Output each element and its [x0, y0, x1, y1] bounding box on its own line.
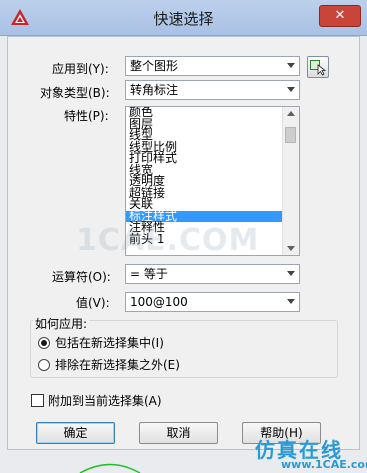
operator-select[interactable]: = 等于 — [125, 264, 300, 284]
site-watermark: www.1CAE.com — [281, 458, 367, 471]
title-bar[interactable]: 快速选择 ✕ — [0, 0, 367, 36]
apply-to-label: 应用到(Y): — [52, 62, 109, 76]
scroll-down-icon[interactable] — [287, 246, 295, 251]
chevron-down-icon — [287, 271, 295, 276]
radio-selected-icon[interactable] — [38, 337, 50, 349]
chevron-down-icon — [287, 299, 295, 304]
close-button[interactable]: ✕ — [319, 5, 361, 27]
scroll-up-icon[interactable] — [287, 111, 295, 116]
cancel-button[interactable]: 取消 — [139, 422, 218, 444]
chevron-down-icon — [287, 63, 295, 68]
append-checkbox[interactable] — [31, 394, 44, 407]
value-select[interactable]: 100@100 — [125, 292, 300, 312]
value-value: 100@100 — [130, 295, 188, 309]
select-objects-button[interactable] — [307, 56, 329, 78]
append-label: 附加到当前选择集(A) — [48, 394, 162, 408]
radio-unselected-icon[interactable] — [38, 359, 50, 371]
how-to-apply-title: 如何应用: — [33, 315, 90, 332]
object-type-value: 转角标注 — [130, 83, 179, 97]
include-radio-label: 包括在新选择集中(I) — [55, 336, 164, 350]
apply-to-value: 整个图形 — [130, 59, 179, 73]
apply-to-select[interactable]: 整个图形 — [125, 56, 300, 76]
properties-label: 特性(P): — [64, 109, 109, 123]
ok-button[interactable]: 确定 — [36, 422, 115, 444]
center-watermark: 1CAE.COM — [76, 223, 260, 258]
quick-select-dialog: 快速选择 ✕ 应用到(Y): 整个图形 对象类型(B): 转角标注 特性(P):… — [0, 0, 367, 473]
window-title: 快速选择 — [153, 10, 214, 28]
object-type-select[interactable]: 转角标注 — [125, 80, 300, 100]
operator-label: 运算符(O): — [52, 270, 111, 284]
select-objects-icon — [310, 60, 327, 76]
exclude-radio-option[interactable]: 排除在新选择集之外(E) — [38, 356, 180, 373]
operator-value: = 等于 — [130, 267, 168, 281]
scroll-thumb[interactable] — [285, 127, 296, 143]
exclude-radio-label: 排除在新选择集之外(E) — [55, 358, 180, 372]
append-checkbox-row[interactable]: 附加到当前选择集(A) — [31, 392, 162, 409]
include-radio-option[interactable]: 包括在新选择集中(I) — [38, 334, 164, 351]
properties-scrollbar[interactable] — [282, 107, 299, 255]
chevron-down-icon — [287, 87, 295, 92]
object-type-label: 对象类型(B): — [40, 86, 110, 100]
value-label: 值(V): — [76, 296, 110, 310]
